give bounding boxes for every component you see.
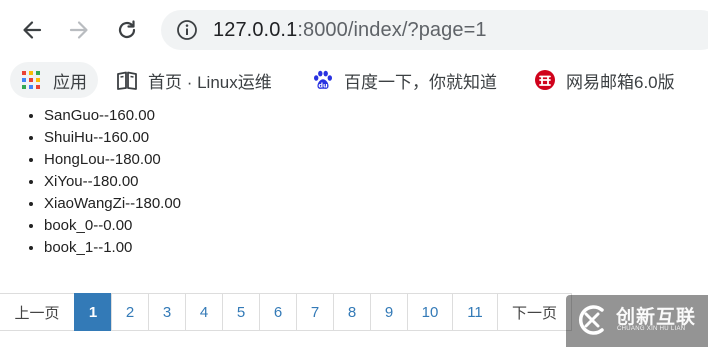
- back-button[interactable]: [16, 14, 48, 46]
- bookmark-linux-home[interactable]: 首页 · Linux运维: [116, 62, 272, 98]
- page-link-6[interactable]: 6: [259, 293, 297, 331]
- list-item: XiYou--180.00: [44, 171, 181, 193]
- watermark-subtitle: CHUANG XIN HU LIAN: [617, 326, 686, 332]
- bookmark-baidu-label: 百度一下，你就知道: [344, 72, 497, 92]
- page-link-3[interactable]: 3: [148, 293, 186, 331]
- page-link-10[interactable]: 10: [407, 293, 453, 331]
- browser-toolbar: 127.0.0.1:8000/index/?page=1: [0, 0, 708, 58]
- list-item: book_1--1.00: [44, 237, 181, 259]
- watermark-emblem-icon: [578, 305, 604, 335]
- page-link-11[interactable]: 11: [452, 293, 498, 331]
- page-link-4[interactable]: 4: [185, 293, 223, 331]
- list-item: XiaoWangZi--180.00: [44, 193, 181, 215]
- watermark-title: 创新互联: [616, 307, 697, 328]
- watermark-logo: 创新互联 CHUANG XIN HU LIAN: [566, 295, 708, 347]
- prev-page-link[interactable]: 上一页: [0, 293, 75, 331]
- svg-text:du: du: [318, 81, 328, 89]
- list-item: HongLou--180.00: [44, 149, 181, 171]
- bookmark-apps[interactable]: 应用: [10, 62, 98, 98]
- next-page-link[interactable]: 下一页: [497, 293, 572, 331]
- url-path: :8000/index/?page=1: [297, 19, 487, 41]
- page-link-2[interactable]: 2: [111, 293, 149, 331]
- page-link-9[interactable]: 9: [370, 293, 408, 331]
- page-link-7[interactable]: 7: [296, 293, 334, 331]
- page-link-8[interactable]: 8: [333, 293, 371, 331]
- list-item: SanGuo--160.00: [44, 105, 181, 127]
- bookmark-apps-label: 应用: [53, 72, 87, 92]
- url-text[interactable]: 127.0.0.1:8000/index/?page=1: [213, 18, 487, 42]
- list-item: book_0--0.00: [44, 215, 181, 237]
- page-link-5[interactable]: 5: [222, 293, 260, 331]
- back-arrow-icon: [23, 21, 42, 39]
- address-bar[interactable]: 127.0.0.1:8000/index/?page=1: [161, 10, 708, 50]
- bookmark-baidu[interactable]: du 百度一下，你就知道: [312, 62, 497, 98]
- baidu-paw-icon: du: [314, 70, 332, 89]
- list-item: ShuiHu--160.00: [44, 127, 181, 149]
- pagination: 上一页 1 2 3 4 5 6 7 8 9 10 11 下一页: [0, 293, 572, 331]
- bookmark-netease-mail[interactable]: 网易邮箱6.0版: [534, 62, 675, 98]
- netease-mail-icon: [535, 70, 555, 90]
- page-link-1[interactable]: 1: [74, 293, 112, 331]
- book-list: SanGuo--160.00 ShuiHu--160.00 HongLou--1…: [20, 105, 181, 259]
- reload-icon: [118, 20, 136, 39]
- bookmark-netease-mail-label: 网易邮箱6.0版: [566, 72, 675, 92]
- forward-button[interactable]: [63, 14, 95, 46]
- bookmark-linux-home-label: 首页 · Linux运维: [148, 72, 272, 92]
- reload-button[interactable]: [111, 14, 143, 46]
- apps-grid-icon: [21, 70, 41, 90]
- bookmarks-bar: 应用 首页 · Linux运维 du 百度一下，你就知道 网易邮箱6.0版: [0, 58, 708, 100]
- url-host: 127.0.0.1: [213, 19, 298, 41]
- site-info-icon[interactable]: [176, 19, 198, 41]
- forward-arrow-icon: [69, 21, 88, 39]
- book-icon: [117, 71, 137, 90]
